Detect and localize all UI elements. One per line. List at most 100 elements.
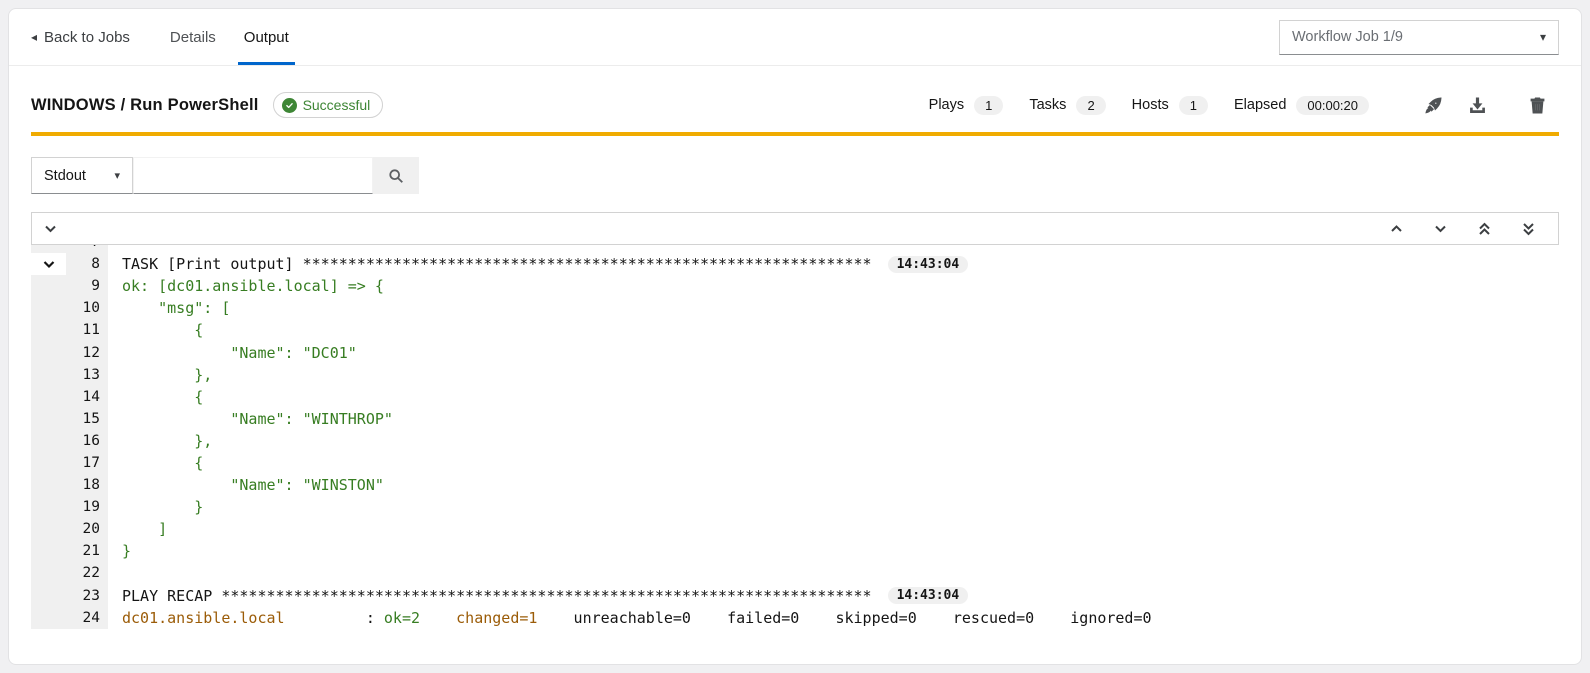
line-number: 16 — [66, 430, 108, 452]
line-content: dc01.ansible.local : ok=2 changed=1 unre… — [108, 609, 1152, 627]
workflow-job-select[interactable]: Workflow Job 1/9 ▾ — [1279, 20, 1559, 55]
output-line: 21} — [31, 540, 1559, 562]
page-title: WINDOWS / Run PowerShell — [31, 96, 259, 115]
job-stats: Plays 1 Tasks 2 Hosts 1 Elapsed 00:00:20 — [929, 93, 1559, 117]
line-text-segment: ] — [122, 520, 167, 538]
line-content: { — [108, 454, 203, 472]
caret-spacer — [31, 430, 66, 452]
line-text-segment: }, — [122, 432, 212, 450]
scroll-next-icon[interactable] — [1418, 216, 1462, 242]
stat-tasks: Tasks 2 — [1029, 96, 1105, 115]
search-icon — [388, 168, 404, 184]
caret-spacer — [31, 607, 66, 629]
line-content: "Name": "DC01" — [108, 344, 357, 362]
line-text-segment: "Name": "DC01" — [122, 344, 357, 362]
line-content: { — [108, 388, 203, 406]
stdout-filter-select[interactable]: Stdout ▾ — [31, 157, 133, 194]
search-button[interactable] — [373, 157, 419, 194]
caret-spacer — [31, 319, 66, 341]
line-text-segment: { — [122, 321, 203, 339]
output-line: 13 }, — [31, 364, 1559, 386]
tab-bar: Details Output — [156, 9, 303, 65]
output-line: 17 { — [31, 452, 1559, 474]
line-number: 19 — [66, 496, 108, 518]
line-number: 21 — [66, 540, 108, 562]
stat-hosts-label: Hosts — [1132, 97, 1169, 113]
output-line: 9 ok: [dc01.ansible.local] => { — [31, 275, 1559, 297]
line-number: 9 — [66, 275, 108, 297]
output-line: 12 "Name": "DC01" — [31, 341, 1559, 363]
line-text-segment: ok=2 — [384, 609, 420, 627]
tab-output[interactable]: Output — [230, 9, 303, 65]
job-status-accent-bar — [31, 132, 1559, 136]
line-collapse-caret-icon[interactable] — [31, 253, 66, 275]
line-number: 23 — [66, 585, 108, 607]
job-action-icons — [1411, 93, 1559, 117]
line-content: ] — [108, 520, 167, 538]
caret-spacer — [31, 408, 66, 430]
stat-plays: Plays 1 — [929, 96, 1004, 115]
delete-trash-icon[interactable] — [1515, 93, 1559, 117]
caret-spacer — [31, 275, 66, 297]
caret-spacer — [31, 474, 66, 496]
scroll-controls — [1374, 216, 1550, 242]
line-text-segment: PLAY RECAP *****************************… — [122, 587, 872, 605]
output-line: 11 { — [31, 319, 1559, 341]
line-content: "Name": "WINSTON" — [108, 476, 384, 494]
stat-plays-label: Plays — [929, 97, 964, 113]
line-number: 13 — [66, 364, 108, 386]
output-line: 24dc01.ansible.local : ok=2 changed=1 un… — [31, 607, 1559, 629]
output-line: 15 "Name": "WINTHROP" — [31, 408, 1559, 430]
tab-details[interactable]: Details — [156, 9, 230, 65]
line-text-segment: }, — [122, 366, 212, 384]
line-text-segment: { — [122, 454, 203, 472]
back-to-jobs-link[interactable]: ◂ Back to Jobs — [31, 9, 130, 65]
line-number: 8 — [66, 253, 108, 275]
scroll-previous-icon[interactable] — [1374, 216, 1418, 242]
line-text-segment: ok: [dc01.ansible.local] => { — [122, 277, 384, 295]
top-navigation: ◂ Back to Jobs Details Output Workflow J… — [9, 9, 1581, 66]
caret-spacer — [31, 585, 66, 607]
line-content: } — [108, 498, 203, 516]
output-line: 23 PLAY RECAP ***************************… — [31, 585, 1559, 607]
caret-spacer — [31, 341, 66, 363]
output-line: 7 — [31, 245, 1559, 253]
output-line: 20 ] — [31, 518, 1559, 540]
line-text-segment: changed=1 — [456, 609, 537, 627]
stat-elapsed-label: Elapsed — [1234, 97, 1286, 113]
caret-spacer — [31, 297, 66, 319]
stat-tasks-value: 2 — [1076, 96, 1105, 115]
line-content: "Name": "WINTHROP" — [108, 410, 393, 428]
caret-spacer — [31, 245, 66, 253]
stdout-console[interactable]: 78 TASK [Print output] ******************… — [31, 245, 1559, 647]
line-number: 11 — [66, 319, 108, 341]
line-text-segment: { — [122, 388, 203, 406]
line-text-segment: TASK [Print output] ********************… — [122, 255, 872, 273]
line-number: 7 — [66, 245, 108, 253]
back-arrow-icon: ◂ — [31, 30, 37, 44]
job-header-row: WINDOWS / Run PowerShell Successful Play… — [9, 66, 1581, 132]
timestamp-badge: 14:43:04 — [888, 256, 969, 273]
line-number: 12 — [66, 341, 108, 363]
relaunch-rocket-icon[interactable] — [1411, 93, 1455, 117]
caret-spacer — [31, 496, 66, 518]
line-content: }, — [108, 432, 212, 450]
line-content: { — [108, 321, 203, 339]
check-circle-icon — [282, 98, 297, 113]
line-text-segment: dc01.ansible.local — [122, 609, 285, 627]
back-to-jobs-label: Back to Jobs — [44, 29, 130, 46]
scroll-to-bottom-icon[interactable] — [1506, 216, 1550, 242]
line-text-segment: : — [285, 609, 384, 627]
line-text-segment — [420, 609, 456, 627]
line-number: 24 — [66, 607, 108, 629]
collapse-all-caret-icon[interactable] — [44, 216, 57, 242]
status-badge: Successful — [273, 92, 384, 118]
line-content: TASK [Print output] ********************… — [108, 255, 968, 273]
line-number: 20 — [66, 518, 108, 540]
caret-down-icon: ▾ — [1540, 30, 1546, 44]
scroll-to-top-icon[interactable] — [1462, 216, 1506, 242]
status-badge-label: Successful — [303, 97, 371, 113]
download-icon[interactable] — [1455, 93, 1499, 117]
output-line: 19 } — [31, 496, 1559, 518]
search-input[interactable] — [133, 157, 373, 194]
